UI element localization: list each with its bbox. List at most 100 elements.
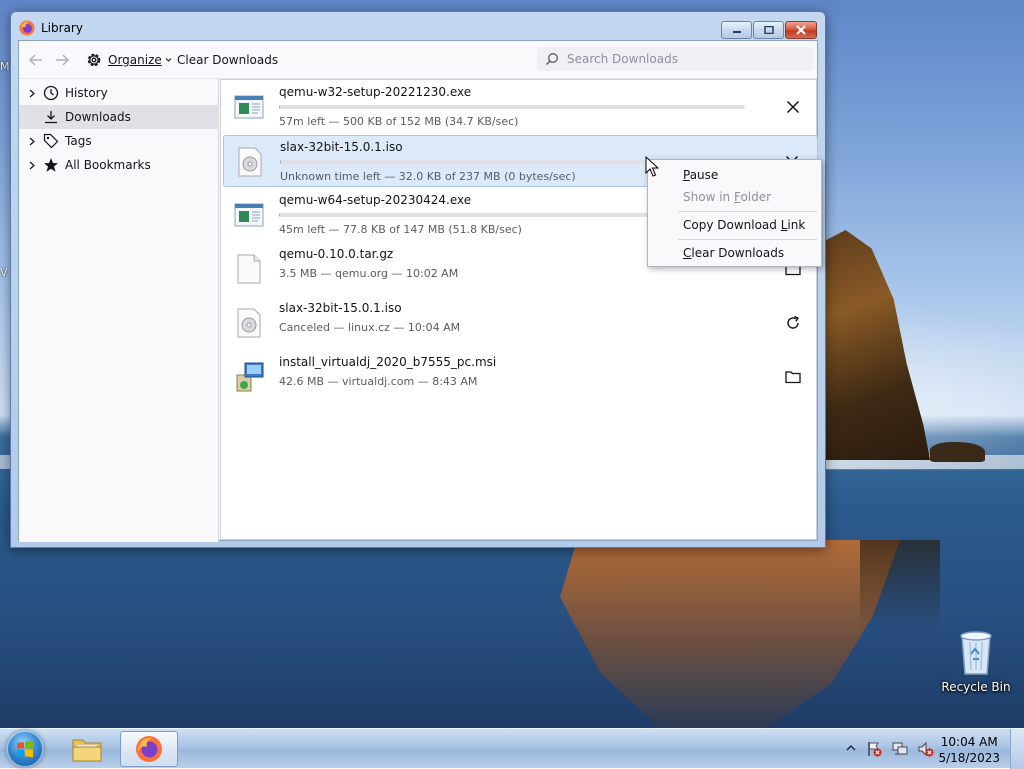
cancel-icon[interactable] [782,96,804,118]
download-filename: slax-32bit-15.0.1.iso [280,140,403,154]
disc-image-icon [237,308,261,338]
menu-item-clear-downloads[interactable]: Clear Downloads [648,241,821,265]
download-status: 42.6 MB — virtualdj.com — 8:43 AM [279,375,478,388]
search-input[interactable] [565,51,795,67]
download-status: Unknown time left — 32.0 KB of 237 MB (0… [280,170,576,183]
recycle-bin[interactable]: Recycle Bin [940,628,1012,694]
download-row[interactable]: slax-32bit-15.0.1.iso Canceled — linux.c… [223,297,818,349]
menu-item-show-in-folder[interactable]: Show in Folder [648,185,821,209]
taskbar: 10:04 AM 5/18/2023 [0,728,1024,769]
folder-icon [72,739,102,762]
network-icon[interactable] [892,741,908,757]
download-filename: qemu-0.10.0.tar.gz [279,247,394,261]
firefox-icon [19,20,35,36]
volume-muted-icon[interactable] [918,741,934,757]
library-sidebar: History Downloads Tags All Bookmarks [19,79,219,542]
chevron-right-icon[interactable] [27,137,37,146]
show-desktop-button[interactable] [1010,729,1024,769]
rock-reflection [560,540,900,728]
windows-logo-icon [17,740,33,758]
download-row[interactable]: qemu-w32-setup-20221230.exe 57m left — 5… [223,81,818,133]
rock-reflection-dark [860,540,940,630]
access-key: L [780,218,788,232]
download-filename: qemu-w64-setup-20230424.exe [279,193,472,207]
close-button[interactable] [785,21,817,39]
retry-icon[interactable] [782,312,804,334]
taskbar-clock[interactable]: 10:04 AM 5/18/2023 [938,734,1000,766]
forward-arrow-icon[interactable] [53,51,71,69]
library-client-area: Organize Clear Downloads Search Download… [18,40,818,542]
download-filename: install_virtualdj_2020_b7555_pc.msi [279,355,497,369]
menu-separator [678,239,817,240]
sidebar-item-label: History [65,86,108,100]
library-toolbar: Organize Clear Downloads [19,41,817,79]
star-icon [43,157,59,173]
library-window: Library Organize Clear Downloads Search … [10,11,826,548]
taskbar-app-file-explorer[interactable] [58,731,116,767]
chevron-down-icon [165,58,172,62]
download-icon [43,109,59,125]
file-icon [237,254,261,284]
desktop-icon-label-fragment: M [0,60,10,73]
recycle-bin-label: Recycle Bin [941,680,1011,694]
folder-icon[interactable] [782,366,804,388]
download-status: 45m left — 77.8 KB of 147 MB (51.8 KB/se… [279,223,522,236]
menu-separator [678,211,817,212]
small-rock [930,442,985,462]
window-title: Library [41,21,83,35]
minimize-button[interactable] [721,21,752,39]
sidebar-item-tags[interactable]: Tags [19,129,219,153]
sidebar-item-label: Tags [65,134,92,148]
clock-date: 5/18/2023 [938,751,1000,765]
minimize-icon [732,31,741,33]
clear-downloads-button[interactable]: Clear Downloads [177,50,278,70]
sidebar-item-label: Downloads [65,110,131,124]
menu-item-copy-download-link[interactable]: Copy Download Link [648,213,821,237]
organize-button[interactable]: Organize [85,50,172,70]
download-status: 57m left — 500 KB of 152 MB (34.7 KB/sec… [279,115,519,128]
sidebar-item-label: All Bookmarks [65,158,151,172]
download-row[interactable]: install_virtualdj_2020_b7555_pc.msi 42.6… [223,351,818,403]
access-key: C [683,246,692,260]
show-hidden-icons-icon[interactable] [846,744,856,752]
maximize-icon [763,26,774,34]
mouse-cursor-icon [645,156,659,177]
search-icon [545,53,558,66]
search-box[interactable] [537,47,813,71]
recycle-bin-icon [960,631,992,675]
sidebar-item-all-bookmarks[interactable]: All Bookmarks [19,153,219,177]
chevron-right-icon[interactable] [27,89,37,98]
action-center-flag-icon[interactable] [866,741,882,757]
sidebar-item-history[interactable]: History [19,81,219,105]
download-status: Canceled — linux.cz — 10:04 AM [279,321,461,334]
chevron-right-icon[interactable] [27,161,37,170]
exe-icon [234,95,264,119]
caption-buttons [721,21,817,39]
access-key: F [733,190,741,204]
menu-item-pause[interactable]: Pause [648,163,821,187]
download-progress-bar [279,105,745,109]
gear-icon [87,53,101,67]
exe-icon [234,203,264,227]
firefox-icon [136,736,162,762]
close-icon [796,25,806,35]
maximize-button[interactable] [753,21,784,39]
disc-image-icon [238,147,262,177]
download-filename: qemu-w32-setup-20221230.exe [279,85,472,99]
sidebar-item-downloads[interactable]: Downloads [19,105,219,129]
back-arrow-icon[interactable] [27,51,45,69]
desktop-icon-label-fragment: V [0,266,8,279]
access-key: P [683,168,690,182]
tag-icon [43,133,59,149]
installer-icon [236,362,264,392]
title-bar[interactable]: Library [11,12,825,42]
download-filename: slax-32bit-15.0.1.iso [279,301,402,315]
download-status: 3.5 MB — qemu.org — 10:02 AM [279,267,459,280]
clear-downloads-label: Clear Downloads [177,53,279,67]
organize-label: Organize [108,53,162,67]
download-context-menu: Pause Show in Folder Copy Download Link … [647,159,822,267]
start-button[interactable] [6,730,44,768]
downloads-list: qemu-w32-setup-20221230.exe 57m left — 5… [220,79,818,540]
clock-icon [43,85,59,101]
taskbar-app-firefox[interactable] [120,731,178,767]
